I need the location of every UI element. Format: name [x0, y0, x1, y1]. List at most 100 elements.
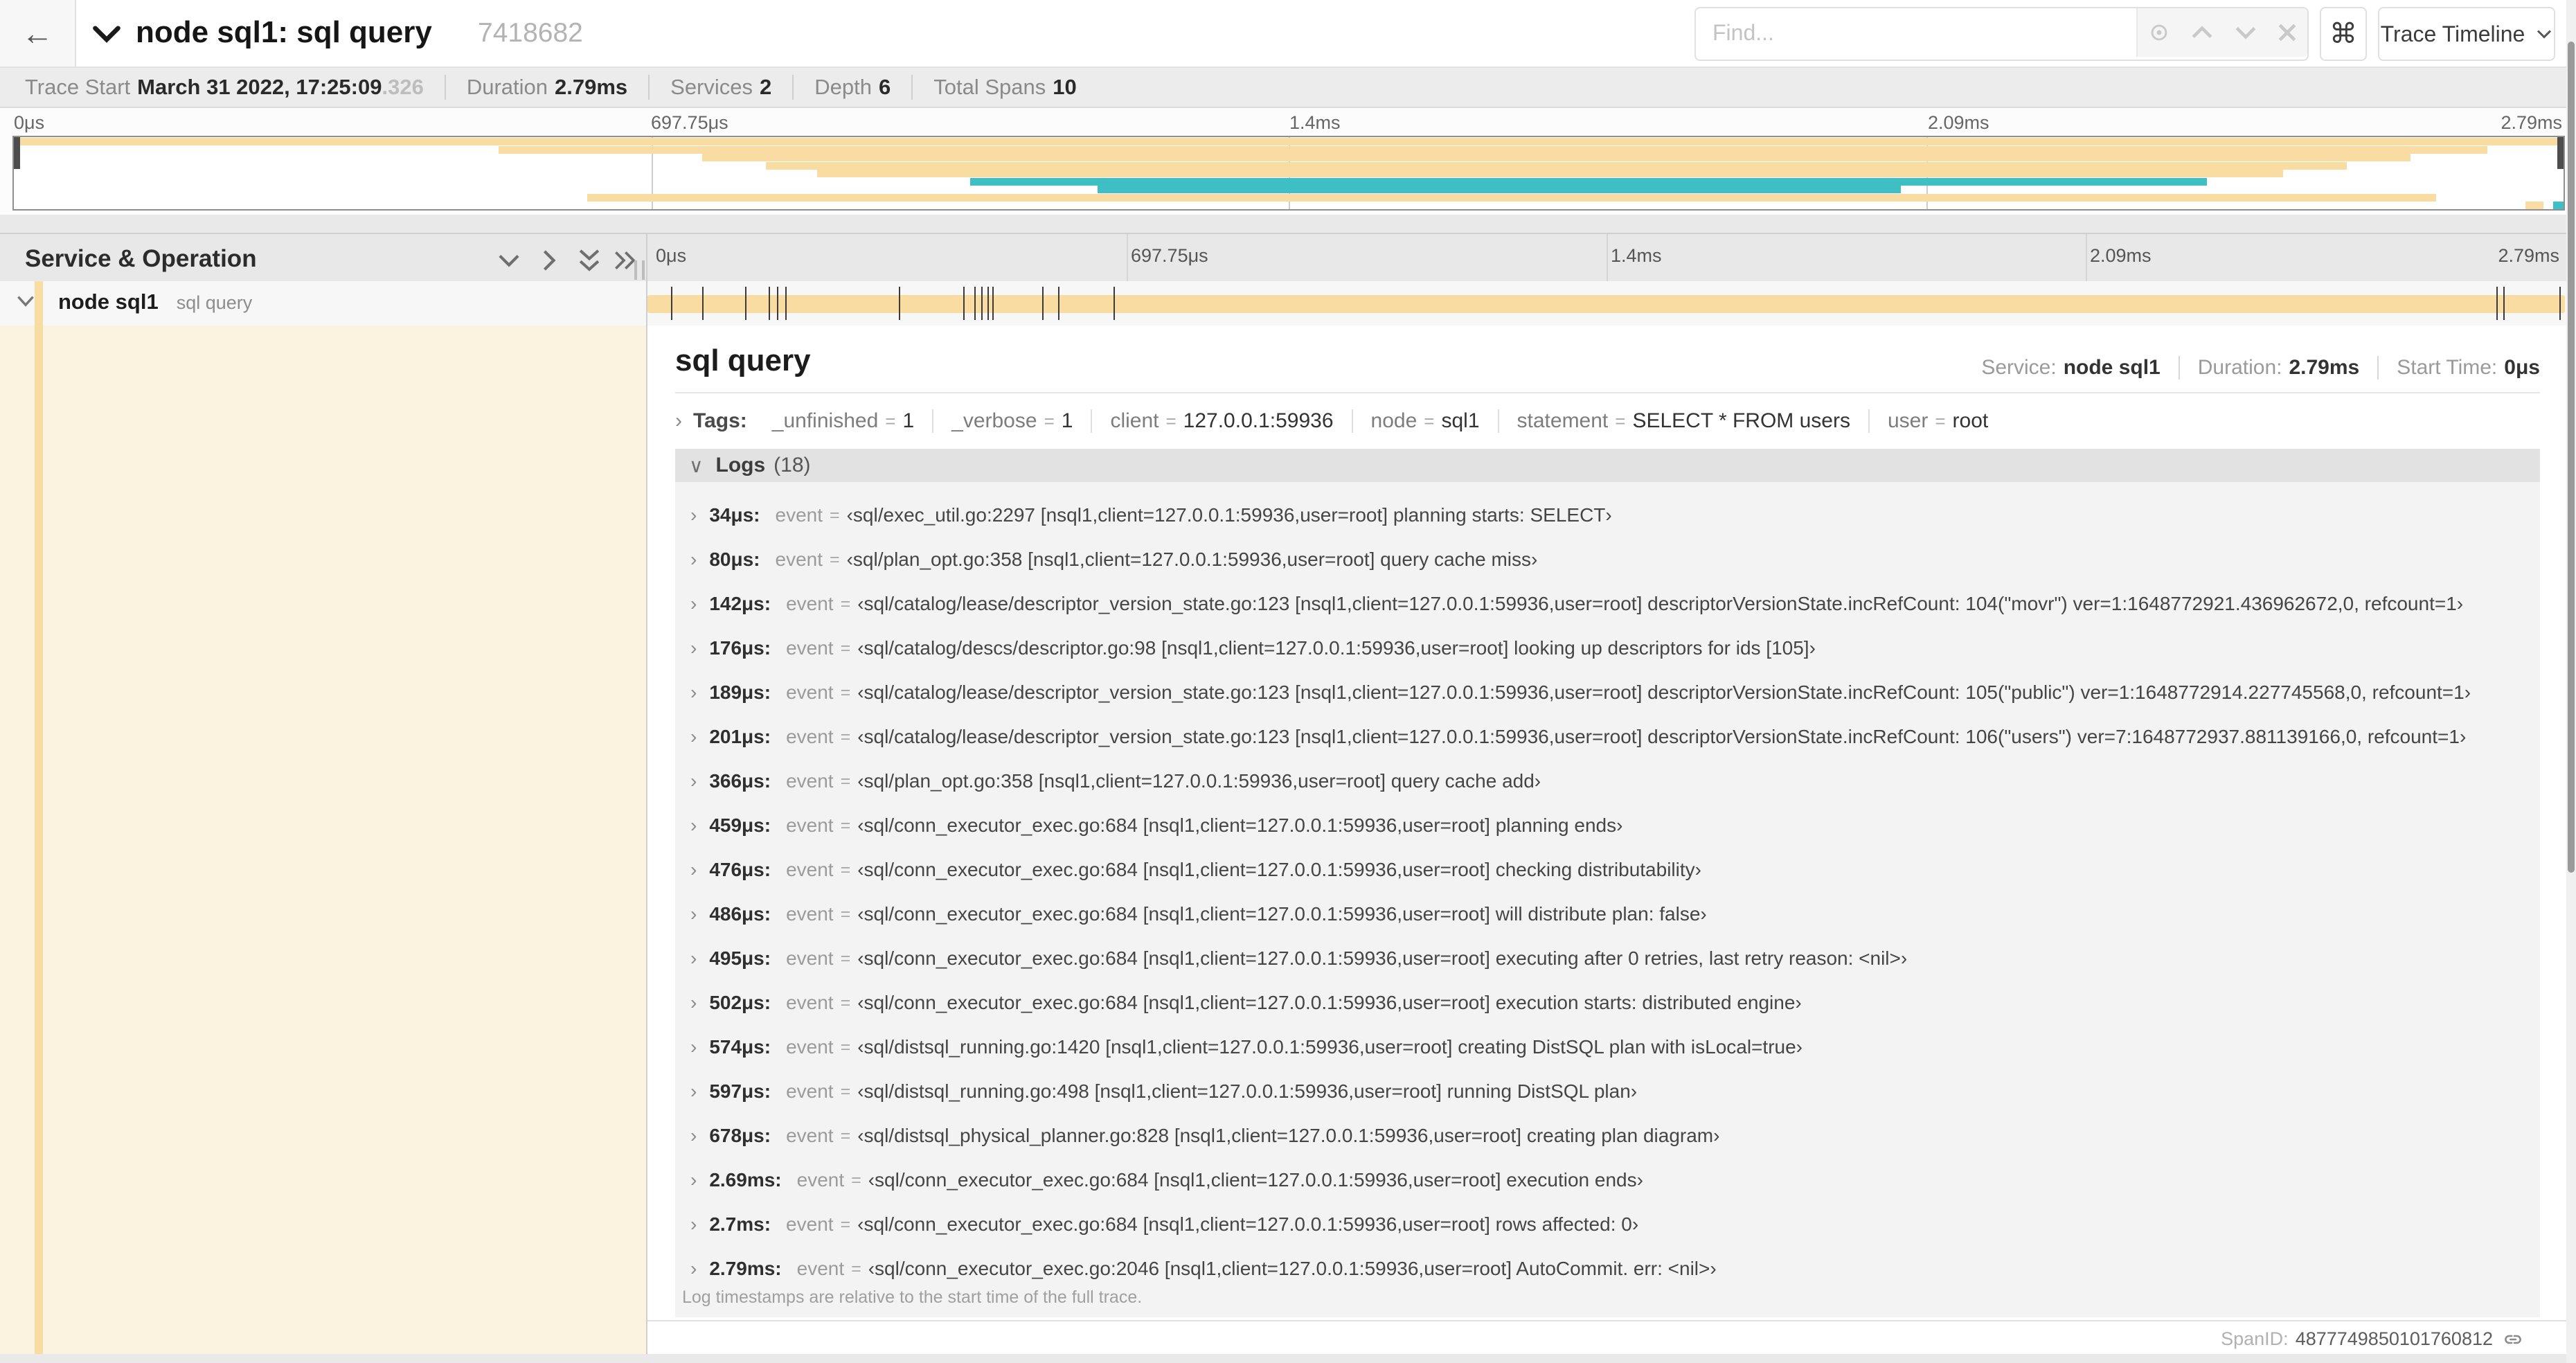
- log-expand-chevron-icon[interactable]: ›: [690, 504, 697, 526]
- keyboard-shortcuts-button[interactable]: ⌘: [2320, 7, 2367, 61]
- log-entry-row[interactable]: › 495μs: event = ‹sql/conn_executor_exec.go:…: [675, 939, 2540, 978]
- log-timestamp: 366μs:: [709, 770, 771, 792]
- log-entry-row[interactable]: › 201μs: event = ‹sql/catalog/lease/descript…: [675, 718, 2540, 756]
- log-expand-chevron-icon[interactable]: ›: [690, 593, 697, 615]
- minimap-canvas[interactable]: [12, 136, 2565, 211]
- link-icon[interactable]: [2503, 1329, 2523, 1350]
- span-duration-bar[interactable]: [647, 295, 2565, 313]
- span-row[interactable]: node sql1 sql query: [0, 281, 2576, 327]
- log-value: ‹sql/conn_executor_exec.go:2046 [nsql1,c…: [868, 1258, 1717, 1279]
- log-timestamp: 80μs:: [709, 549, 760, 570]
- log-entry-row[interactable]: › 2.69ms: event = ‹sql/conn_executor_exec.go…: [675, 1161, 2540, 1200]
- trace-collapse-chevron-icon[interactable]: [91, 22, 122, 46]
- log-marker: [899, 287, 901, 320]
- expand-one-icon[interactable]: [535, 248, 564, 273]
- trace-id: 7418682: [478, 18, 583, 48]
- log-expand-chevron-icon[interactable]: ›: [690, 903, 697, 925]
- tags-expand-chevron-icon[interactable]: ›: [675, 409, 682, 433]
- log-entry-row[interactable]: › 574μs: event = ‹sql/distsql_running.go:142…: [675, 1028, 2540, 1067]
- log-entry-row[interactable]: › 2.79ms: event = ‹sql/conn_executor_exec.go…: [675, 1249, 2540, 1288]
- view-select[interactable]: Trace Timeline: [2378, 7, 2555, 61]
- minimap-tick: 2.79ms: [2501, 112, 2562, 133]
- minimap-span-bar: [2553, 202, 2564, 210]
- log-expand-chevron-icon[interactable]: ›: [690, 1125, 697, 1147]
- log-entry-row[interactable]: › 34μs: event = ‹sql/exec_util.go:2297 [nsql…: [675, 496, 2540, 535]
- tag-item[interactable]: client = 127.0.0.1:59936: [1091, 409, 1351, 433]
- log-entry-row[interactable]: › 502μs: event = ‹sql/conn_executor_exec.go:…: [675, 983, 2540, 1022]
- log-entry-row[interactable]: › 189μs: event = ‹sql/catalog/lease/descript…: [675, 673, 2540, 712]
- log-expand-chevron-icon[interactable]: ›: [690, 814, 697, 837]
- span-service-name: node sql1: [58, 289, 159, 314]
- log-equals: =: [840, 815, 851, 835]
- log-entry-row[interactable]: › 476μs: event = ‹sql/conn_executor_exec.go:…: [675, 850, 2540, 889]
- find-input[interactable]: [1696, 8, 2165, 57]
- scrollbar-thumb[interactable]: [2568, 42, 2575, 873]
- log-expand-chevron-icon[interactable]: ›: [690, 947, 697, 970]
- log-expand-chevron-icon[interactable]: ›: [690, 1036, 697, 1058]
- log-marker: [987, 287, 990, 320]
- trace-depth: Depth 6: [792, 75, 891, 100]
- tag-value: sql1: [1441, 409, 1480, 432]
- log-timestamp: 574μs:: [709, 1036, 771, 1058]
- log-entry-row[interactable]: › 366μs: event = ‹sql/plan_opt.go:358 [nsql1…: [675, 762, 2540, 801]
- column-resizer-grip[interactable]: [634, 260, 645, 280]
- log-marker: [785, 287, 787, 320]
- log-equals: =: [840, 1037, 851, 1057]
- locate-icon[interactable]: [2147, 21, 2171, 44]
- log-value: ‹sql/conn_executor_exec.go:684 [nsql1,cl…: [857, 903, 1707, 925]
- log-marker: [670, 287, 672, 320]
- log-expand-chevron-icon[interactable]: ›: [690, 1213, 697, 1236]
- log-expand-chevron-icon[interactable]: ›: [690, 549, 697, 571]
- back-button[interactable]: ←: [0, 0, 76, 66]
- logs-collapse-chevron-icon[interactable]: ∨: [689, 454, 704, 477]
- log-entry-row[interactable]: › 459μs: event = ‹sql/conn_executor_exec.go:…: [675, 806, 2540, 845]
- tag-item[interactable]: user = root: [1868, 409, 2006, 433]
- tag-item[interactable]: _unfinished = 1: [754, 409, 932, 433]
- log-field-name: event: [786, 859, 834, 880]
- find-next-icon[interactable]: [2234, 22, 2257, 43]
- tags-row[interactable]: › Tags: _unfinished = 1 _verbose = 1 client = 12…: [675, 403, 2006, 439]
- minimap-right-handle[interactable]: [2557, 137, 2564, 169]
- chevron-down-icon: [2537, 30, 2552, 39]
- log-entry-row[interactable]: › 678μs: event = ‹sql/distsql_physical_plann…: [675, 1116, 2540, 1155]
- log-expand-chevron-icon[interactable]: ›: [690, 1258, 697, 1280]
- clear-find-icon[interactable]: [2277, 22, 2298, 43]
- log-expand-chevron-icon[interactable]: ›: [690, 770, 697, 792]
- log-expand-chevron-icon[interactable]: ›: [690, 682, 697, 704]
- collapse-one-icon[interactable]: [494, 248, 524, 273]
- collapse-all-icon[interactable]: [575, 248, 604, 273]
- log-value: ‹sql/distsql_running.go:498 [nsql1,clien…: [857, 1080, 1638, 1102]
- vertical-scrollbar[interactable]: [2566, 0, 2576, 1363]
- tags-list: _unfinished = 1 _verbose = 1 client = 127.0.0.1:…: [754, 409, 2006, 433]
- top-bar: ← node sql1: sql query 7418682 Find... ⌘…: [0, 0, 2576, 68]
- tag-item[interactable]: statement = SELECT * FROM users: [1497, 409, 1868, 433]
- log-entry-row[interactable]: › 597μs: event = ‹sql/distsql_running.go:498…: [675, 1072, 2540, 1111]
- log-expand-chevron-icon[interactable]: ›: [690, 992, 697, 1014]
- log-value: ‹sql/distsql_running.go:1420 [nsql1,clie…: [857, 1036, 1803, 1058]
- log-entry-row[interactable]: › 176μs: event = ‹sql/catalog/descs/descript…: [675, 629, 2540, 668]
- log-entry-row[interactable]: › 80μs: event = ‹sql/plan_opt.go:358 [nsql1,…: [675, 540, 2540, 579]
- log-expand-chevron-icon[interactable]: ›: [690, 1080, 697, 1103]
- span-name: node sql1 sql query: [58, 289, 252, 314]
- log-timestamp: 176μs:: [709, 637, 771, 659]
- find-prev-icon[interactable]: [2190, 22, 2214, 43]
- logs-header[interactable]: ∨ Logs (18): [675, 449, 2540, 482]
- log-equals: =: [830, 505, 840, 525]
- log-entry-row[interactable]: › 486μs: event = ‹sql/conn_executor_exec.go:…: [675, 895, 2540, 934]
- timeline-tick: 1.4ms: [1611, 245, 1662, 266]
- log-value: ‹sql/plan_opt.go:358 [nsql1,client=127.0…: [857, 770, 1541, 792]
- log-expand-chevron-icon[interactable]: ›: [690, 726, 697, 748]
- log-field-name: event: [796, 1258, 845, 1279]
- log-equals: =: [851, 1170, 861, 1190]
- span-collapse-chevron-icon[interactable]: [14, 291, 37, 312]
- log-expand-chevron-icon[interactable]: ›: [690, 1169, 697, 1191]
- log-entry-row[interactable]: › 2.7ms: event = ‹sql/conn_executor_exec.go:…: [675, 1205, 2540, 1244]
- log-marker: [2503, 287, 2505, 320]
- log-expand-chevron-icon[interactable]: ›: [690, 859, 697, 881]
- tag-item[interactable]: _verbose = 1: [932, 409, 1091, 433]
- tag-item[interactable]: node = sql1: [1351, 409, 1498, 433]
- span-id-row: SpanID: 4877749850101760812: [2221, 1328, 2523, 1350]
- log-expand-chevron-icon[interactable]: ›: [690, 637, 697, 659]
- minimap-left-handle[interactable]: [14, 137, 20, 169]
- log-entry-row[interactable]: › 142μs: event = ‹sql/catalog/lease/descript…: [675, 585, 2540, 623]
